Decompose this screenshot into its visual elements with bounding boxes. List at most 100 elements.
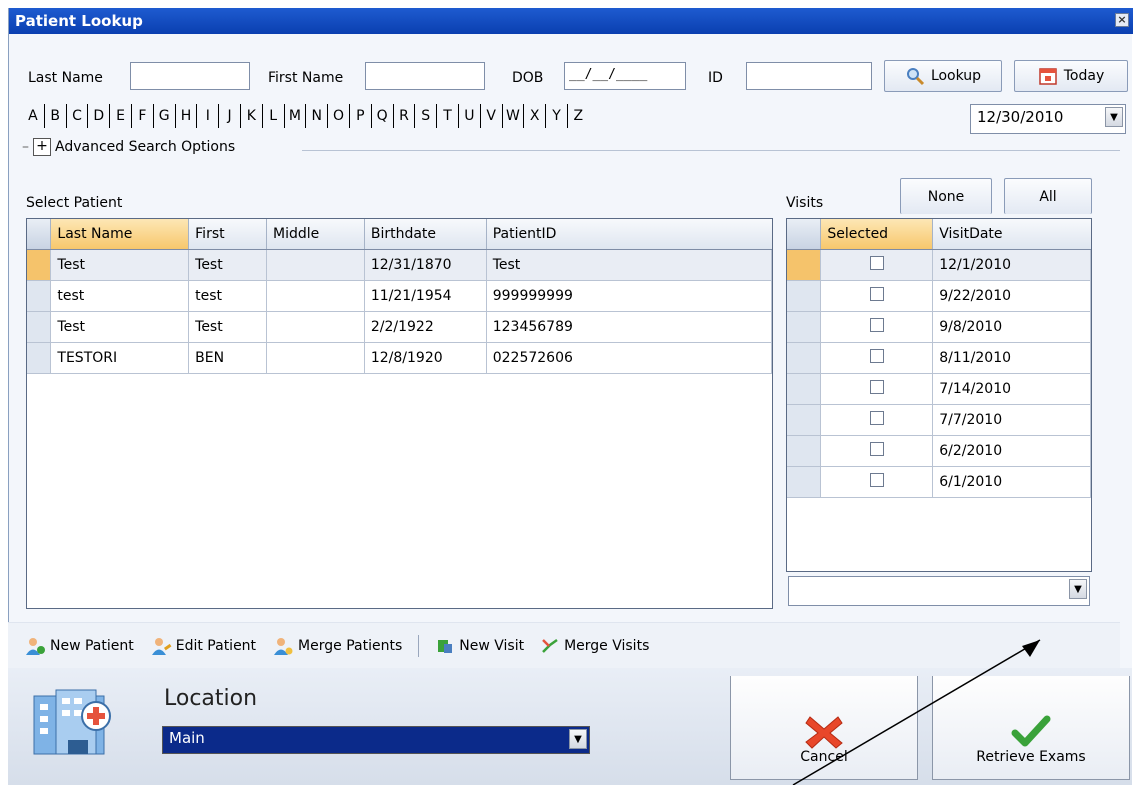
letter-i[interactable]: I xyxy=(196,104,218,128)
letter-l[interactable]: L xyxy=(261,104,284,128)
letter-q[interactable]: Q xyxy=(370,104,393,128)
last-name-input[interactable] xyxy=(130,62,250,90)
new-patient-button[interactable]: New Patient xyxy=(24,636,134,656)
table-row[interactable]: Test Test 12/31/1870 Test xyxy=(27,249,773,281)
select-patient-label: Select Patient xyxy=(26,195,123,211)
lookup-button[interactable]: Lookup xyxy=(884,60,1002,92)
table-row[interactable]: 6/1/2010 xyxy=(787,466,1091,498)
table-row[interactable]: 8/11/2010 xyxy=(787,342,1091,374)
letter-s[interactable]: S xyxy=(414,104,436,128)
visit-checkbox[interactable] xyxy=(869,348,884,363)
table-row[interactable]: 7/14/2010 xyxy=(787,373,1091,405)
letter-j[interactable]: J xyxy=(218,104,240,128)
merge-patients-icon xyxy=(274,637,293,655)
col-selected[interactable]: Selected xyxy=(820,219,934,250)
letter-e[interactable]: E xyxy=(109,104,131,128)
letter-b[interactable]: B xyxy=(43,104,66,128)
visit-checkbox[interactable] xyxy=(869,379,884,394)
letter-c[interactable]: C xyxy=(65,104,88,128)
cell xyxy=(266,249,365,281)
cell: 123456789 xyxy=(486,311,773,343)
letter-t[interactable]: T xyxy=(436,104,458,128)
edit-patient-button[interactable]: Edit Patient xyxy=(150,636,256,656)
id-input[interactable] xyxy=(746,62,872,90)
cell: BEN xyxy=(188,342,267,374)
visit-checkbox[interactable] xyxy=(869,472,884,487)
table-row[interactable]: 9/22/2010 xyxy=(787,280,1091,312)
col-visit-date[interactable]: VisitDate xyxy=(932,219,1091,250)
col-first[interactable]: First xyxy=(188,219,267,250)
col-last-name[interactable]: Last Name xyxy=(50,219,190,250)
letter-n[interactable]: N xyxy=(305,104,327,128)
advanced-search-toggle[interactable]: – + Advanced Search Options xyxy=(22,138,235,156)
chevron-down-icon[interactable]: ▼ xyxy=(569,729,587,749)
grid-corner xyxy=(27,219,52,250)
col-birthdate[interactable]: Birthdate xyxy=(364,219,487,250)
letter-u[interactable]: U xyxy=(457,104,480,128)
window-title: Patient Lookup xyxy=(15,12,143,30)
letter-p[interactable]: P xyxy=(348,104,371,128)
letter-o[interactable]: O xyxy=(327,104,349,128)
new-visit-button[interactable]: New Visit xyxy=(435,636,524,656)
cell: 6/1/2010 xyxy=(932,466,1091,498)
cancel-button[interactable]: Cancel xyxy=(730,676,918,780)
table-row[interactable]: 12/1/2010 xyxy=(787,249,1091,281)
table-row[interactable]: 9/8/2010 xyxy=(787,311,1091,343)
expand-icon[interactable]: + xyxy=(33,138,51,156)
all-button[interactable]: All xyxy=(1004,178,1092,214)
advanced-search-label: Advanced Search Options xyxy=(55,139,236,155)
letter-w[interactable]: W xyxy=(501,104,524,128)
row-header xyxy=(787,373,822,405)
none-button[interactable]: None xyxy=(900,178,992,214)
close-icon[interactable]: × xyxy=(1115,13,1129,27)
row-header xyxy=(787,342,822,374)
col-patient-id[interactable]: PatientID xyxy=(486,219,772,250)
visit-checkbox[interactable] xyxy=(869,410,884,425)
new-patient-icon xyxy=(26,637,45,655)
retrieve-exams-label: Retrieve Exams xyxy=(976,749,1086,765)
letter-r[interactable]: R xyxy=(392,104,415,128)
letter-x[interactable]: X xyxy=(523,104,545,128)
dob-input[interactable]: __/__/____ xyxy=(564,62,686,90)
chevron-down-icon[interactable]: ▼ xyxy=(1105,107,1123,127)
letter-y[interactable]: Y xyxy=(545,104,567,128)
row-header xyxy=(787,249,822,281)
first-name-input[interactable] xyxy=(365,62,485,90)
letter-z[interactable]: Z xyxy=(566,104,589,128)
chevron-down-icon[interactable]: ▼ xyxy=(1069,579,1087,599)
cell: 12/8/1920 xyxy=(364,342,487,374)
today-button[interactable]: Today xyxy=(1014,60,1128,92)
visit-checkbox[interactable] xyxy=(869,286,884,301)
retrieve-exams-button[interactable]: Retrieve Exams xyxy=(932,676,1130,780)
table-row[interactable]: Test Test 2/2/1922 123456789 xyxy=(27,311,773,343)
letter-f[interactable]: F xyxy=(130,104,153,128)
cell: Test xyxy=(188,311,267,343)
table-row[interactable]: 6/2/2010 xyxy=(787,435,1091,467)
divider xyxy=(302,150,1120,151)
col-middle[interactable]: Middle xyxy=(266,219,365,250)
visits-grid[interactable]: Selected VisitDate 12/1/2010 9/22/2010 9… xyxy=(786,218,1092,572)
letter-g[interactable]: G xyxy=(152,104,175,128)
letter-a[interactable]: A xyxy=(22,104,44,128)
table-row[interactable]: TESTORI BEN 12/8/1920 022572606 xyxy=(27,342,773,374)
visit-checkbox[interactable] xyxy=(869,255,884,270)
letter-v[interactable]: V xyxy=(479,104,502,128)
row-header xyxy=(787,404,822,436)
visit-dropdown[interactable]: ▼ xyxy=(788,576,1090,606)
patient-grid[interactable]: Last Name First Middle Birthdate Patient… xyxy=(26,218,773,609)
table-row[interactable]: test test 11/21/1954 999999999 xyxy=(27,280,773,312)
visit-checkbox[interactable] xyxy=(869,317,884,332)
cell: Test xyxy=(486,249,773,281)
letter-d[interactable]: D xyxy=(87,104,109,128)
location-select[interactable]: Main ▼ xyxy=(162,726,590,754)
date-select[interactable]: 12/30/2010 ▼ xyxy=(970,104,1126,134)
visit-checkbox[interactable] xyxy=(869,441,884,456)
letter-m[interactable]: M xyxy=(283,104,306,128)
letter-k[interactable]: K xyxy=(239,104,262,128)
letter-h[interactable]: H xyxy=(174,104,197,128)
lookup-label: Lookup xyxy=(930,68,982,84)
table-row[interactable]: 7/7/2010 xyxy=(787,404,1091,436)
cell: 7/7/2010 xyxy=(932,404,1091,436)
merge-visits-button[interactable]: Merge Visits xyxy=(540,636,649,656)
merge-patients-button[interactable]: Merge Patients xyxy=(272,636,402,656)
